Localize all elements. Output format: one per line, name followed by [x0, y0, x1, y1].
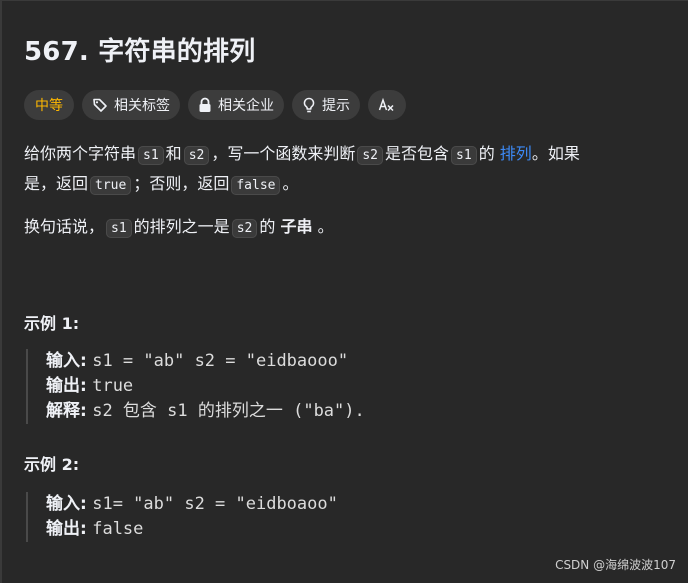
text-span: 和 [165, 144, 182, 163]
text-span: 换句话说， [24, 217, 105, 236]
example-2-input: 输入: s1= "ab" s2 = "eidboaoo" [46, 492, 338, 517]
translate-button[interactable] [368, 90, 406, 120]
text-span: 。如果 [531, 144, 580, 163]
lock-icon [198, 97, 212, 113]
description-paragraph-1: 给你两个字符串 s1 和 s2 ，写一个函数来判断 s2 是否包含 s1 的 排列。如果 是，返… [24, 140, 580, 200]
text-span: 的 [259, 217, 276, 236]
inline-code: s2 [357, 146, 384, 165]
example-1-input: 输入: s1 = "ab" s2 = "eidbaooo" [46, 349, 365, 374]
watermark: CSDN @海绵波波107 [555, 558, 676, 572]
text-span: 的 [478, 144, 495, 163]
text-span: 。 [282, 174, 299, 193]
inline-code: true [90, 176, 132, 195]
inline-code: s1 [451, 146, 477, 165]
explanation-label: 解释: [46, 401, 87, 421]
example-1-output: 输出: true [46, 374, 365, 399]
tag-bar: 中等 相关标签 相关企业 提示 [24, 90, 406, 120]
text-span: 是，返回 [24, 174, 89, 193]
output-value: true [92, 376, 134, 396]
output-label: 输出: [46, 376, 87, 396]
input-value: s1= "ab" s2 = "eidboaoo" [92, 494, 338, 514]
substring-strong: 子串 [280, 217, 313, 236]
example-2-block: 输入: s1= "ab" s2 = "eidboaoo" 输出: false [26, 492, 338, 542]
problem-panel: 567. 字符串的排列 中等 相关标签 相关企业 提示 给你两个字符串 s1 和… [0, 0, 688, 583]
text-span: 是否包含 [385, 144, 450, 163]
inline-code: s1 [138, 146, 164, 165]
description-line-2: 是，返回 true ；否则，返回 false。 [24, 170, 580, 200]
difficulty-badge[interactable]: 中等 [24, 90, 74, 120]
related-companies-label: 相关企业 [218, 98, 274, 114]
input-label: 输入: [46, 494, 87, 514]
related-tags-label: 相关标签 [114, 98, 170, 114]
inline-code: false [231, 176, 281, 195]
output-label: 输出: [46, 519, 87, 539]
text-span: 。 [317, 217, 334, 236]
problem-title: 567. 字符串的排列 [24, 37, 256, 67]
related-tags-button[interactable]: 相关标签 [82, 90, 180, 120]
input-value: s1 = "ab" s2 = "eidbaooo" [92, 351, 349, 371]
translate-icon [378, 97, 396, 113]
example-1-explanation: 解释: s2 包含 s1 的排列之一 ("ba"). [46, 399, 365, 424]
text-span: 的排列之一是 [133, 217, 230, 236]
description-paragraph-2: 换句话说， s1 的排列之一是 s2 的 子串 。 [24, 213, 334, 243]
text-span: ；否则，返回 [133, 174, 230, 193]
related-companies-button[interactable]: 相关企业 [188, 90, 284, 120]
permutation-link[interactable]: 排列 [500, 144, 532, 163]
tag-icon [92, 97, 108, 113]
hint-button[interactable]: 提示 [292, 90, 360, 120]
hint-label: 提示 [322, 98, 350, 114]
description-line-1: 给你两个字符串 s1 和 s2 ，写一个函数来判断 s2 是否包含 s1 的 排列。如果 [24, 140, 580, 170]
inline-code: s1 [106, 219, 132, 238]
input-label: 输入: [46, 351, 87, 371]
text-span: ，写一个函数来判断 [211, 144, 356, 163]
inline-code: s2 [231, 219, 258, 238]
explanation-value: s2 包含 s1 的排列之一 ("ba"). [92, 401, 365, 421]
example-2-title: 示例 2: [24, 455, 80, 474]
example-1-block: 输入: s1 = "ab" s2 = "eidbaooo" 输出: true 解… [26, 349, 365, 424]
inline-code: s2 [183, 146, 210, 165]
lightbulb-icon [302, 97, 316, 113]
example-1-title: 示例 1: [24, 314, 80, 333]
output-value: false [92, 519, 144, 539]
text-span: 给你两个字符串 [24, 144, 137, 163]
example-2-output: 输出: false [46, 517, 338, 542]
